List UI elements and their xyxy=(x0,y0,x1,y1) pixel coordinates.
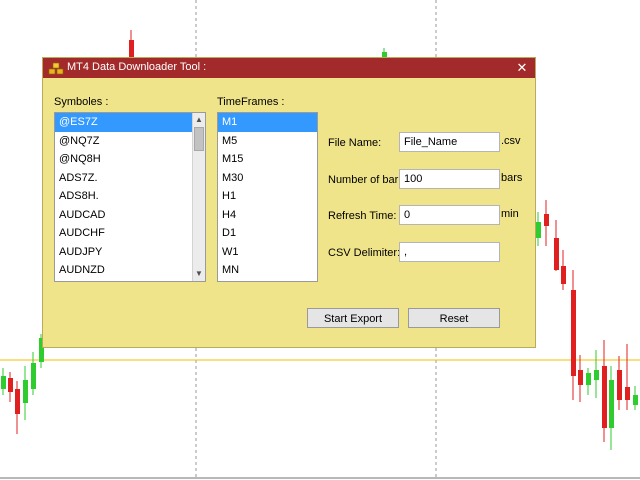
timeframe-list-item[interactable]: MN xyxy=(218,261,317,280)
downloader-dialog: MT4 Data Downloader Tool : ✕ Symboles : … xyxy=(42,57,536,348)
bear-candle xyxy=(129,40,134,57)
start-export-button[interactable]: Start Export xyxy=(307,308,399,328)
timeframes-items: M1 M5 M15 M30 H1 H4 D1 W1 MN xyxy=(218,113,317,280)
symbol-list-item[interactable]: AUDJPY xyxy=(55,243,192,262)
timeframes-listbox[interactable]: M1 M5 M15 M30 H1 H4 D1 W1 MN xyxy=(217,112,318,282)
bull-candle xyxy=(586,373,591,385)
bear-candle xyxy=(8,378,13,392)
bear-candle xyxy=(578,370,583,385)
bull-candle xyxy=(1,376,6,389)
bear-candle xyxy=(554,238,559,270)
file-extension: .csv xyxy=(501,135,521,147)
timeframe-list-item[interactable]: M1 xyxy=(218,113,317,132)
timeframe-list-item[interactable]: M15 xyxy=(218,150,317,169)
bars-label: Number of bar: xyxy=(328,174,402,186)
bear-candle xyxy=(617,370,622,400)
bear-candle xyxy=(602,366,607,428)
bull-candle xyxy=(594,370,599,380)
refresh-label: Refresh Time: xyxy=(328,210,397,222)
symbols-scrollbar[interactable]: ▲ ▼ xyxy=(192,113,205,281)
timeframes-label: TimeFrames : xyxy=(217,96,285,108)
symbol-list-item[interactable]: ADS7Z. xyxy=(55,169,192,188)
symbol-list-item[interactable]: AUDNZD xyxy=(55,261,192,280)
bars-unit: bars xyxy=(501,172,523,184)
timeframe-list-item[interactable]: M30 xyxy=(218,169,317,188)
bear-candle xyxy=(544,214,549,226)
symbols-listbox[interactable]: @ES7Z @NQ7Z @NQ8H ADS7Z. ADS8H. AUDCAD AUDCHF A… xyxy=(54,112,206,282)
file-name-input[interactable] xyxy=(399,132,500,152)
bear-candle xyxy=(561,266,566,284)
delimiter-label: CSV Delimiter: xyxy=(328,247,401,259)
bull-candle xyxy=(609,380,614,428)
timeframe-list-item[interactable]: H1 xyxy=(218,187,317,206)
symbol-list-item[interactable]: @NQ7Z xyxy=(55,132,192,151)
reset-button[interactable]: Reset xyxy=(408,308,500,328)
dialog-title-bar[interactable]: MT4 Data Downloader Tool : ✕ xyxy=(43,58,535,78)
refresh-unit: min xyxy=(501,208,519,220)
timeframe-list-item[interactable]: W1 xyxy=(218,243,317,262)
symbol-list-item[interactable]: ADS8H. xyxy=(55,187,192,206)
delimiter-input[interactable] xyxy=(399,242,500,262)
bars-input[interactable] xyxy=(399,169,500,189)
bull-candle xyxy=(31,363,36,389)
bear-candle xyxy=(571,290,576,376)
symbol-list-item[interactable]: AUDCHF xyxy=(55,224,192,243)
symbol-list-item[interactable]: @ES7Z xyxy=(55,113,192,132)
refresh-input[interactable] xyxy=(399,205,500,225)
scroll-thumb[interactable] xyxy=(194,127,204,151)
file-name-label: File Name: xyxy=(328,137,382,149)
timeframe-list-item[interactable]: H4 xyxy=(218,206,317,225)
bear-candle xyxy=(15,389,20,414)
timeframe-list-item[interactable]: D1 xyxy=(218,224,317,243)
symbol-list-item[interactable]: AUDCAD xyxy=(55,206,192,225)
symbols-label: Symboles : xyxy=(54,96,109,108)
close-icon[interactable]: ✕ xyxy=(515,60,529,75)
scroll-up-icon[interactable]: ▲ xyxy=(193,114,205,126)
timeframe-list-item[interactable]: M5 xyxy=(218,132,317,151)
bull-candle xyxy=(23,380,28,403)
symbols-items: @ES7Z @NQ7Z @NQ8H ADS7Z. ADS8H. AUDCAD AUDCHF A… xyxy=(55,113,192,280)
bear-candle xyxy=(625,387,630,400)
bull-candle xyxy=(633,395,638,405)
scroll-down-icon[interactable]: ▼ xyxy=(193,268,205,280)
symbol-list-item[interactable]: @NQ8H xyxy=(55,150,192,169)
dialog-title: MT4 Data Downloader Tool : xyxy=(67,61,207,73)
gold-bars-icon xyxy=(48,62,64,75)
bull-candle xyxy=(536,222,541,238)
